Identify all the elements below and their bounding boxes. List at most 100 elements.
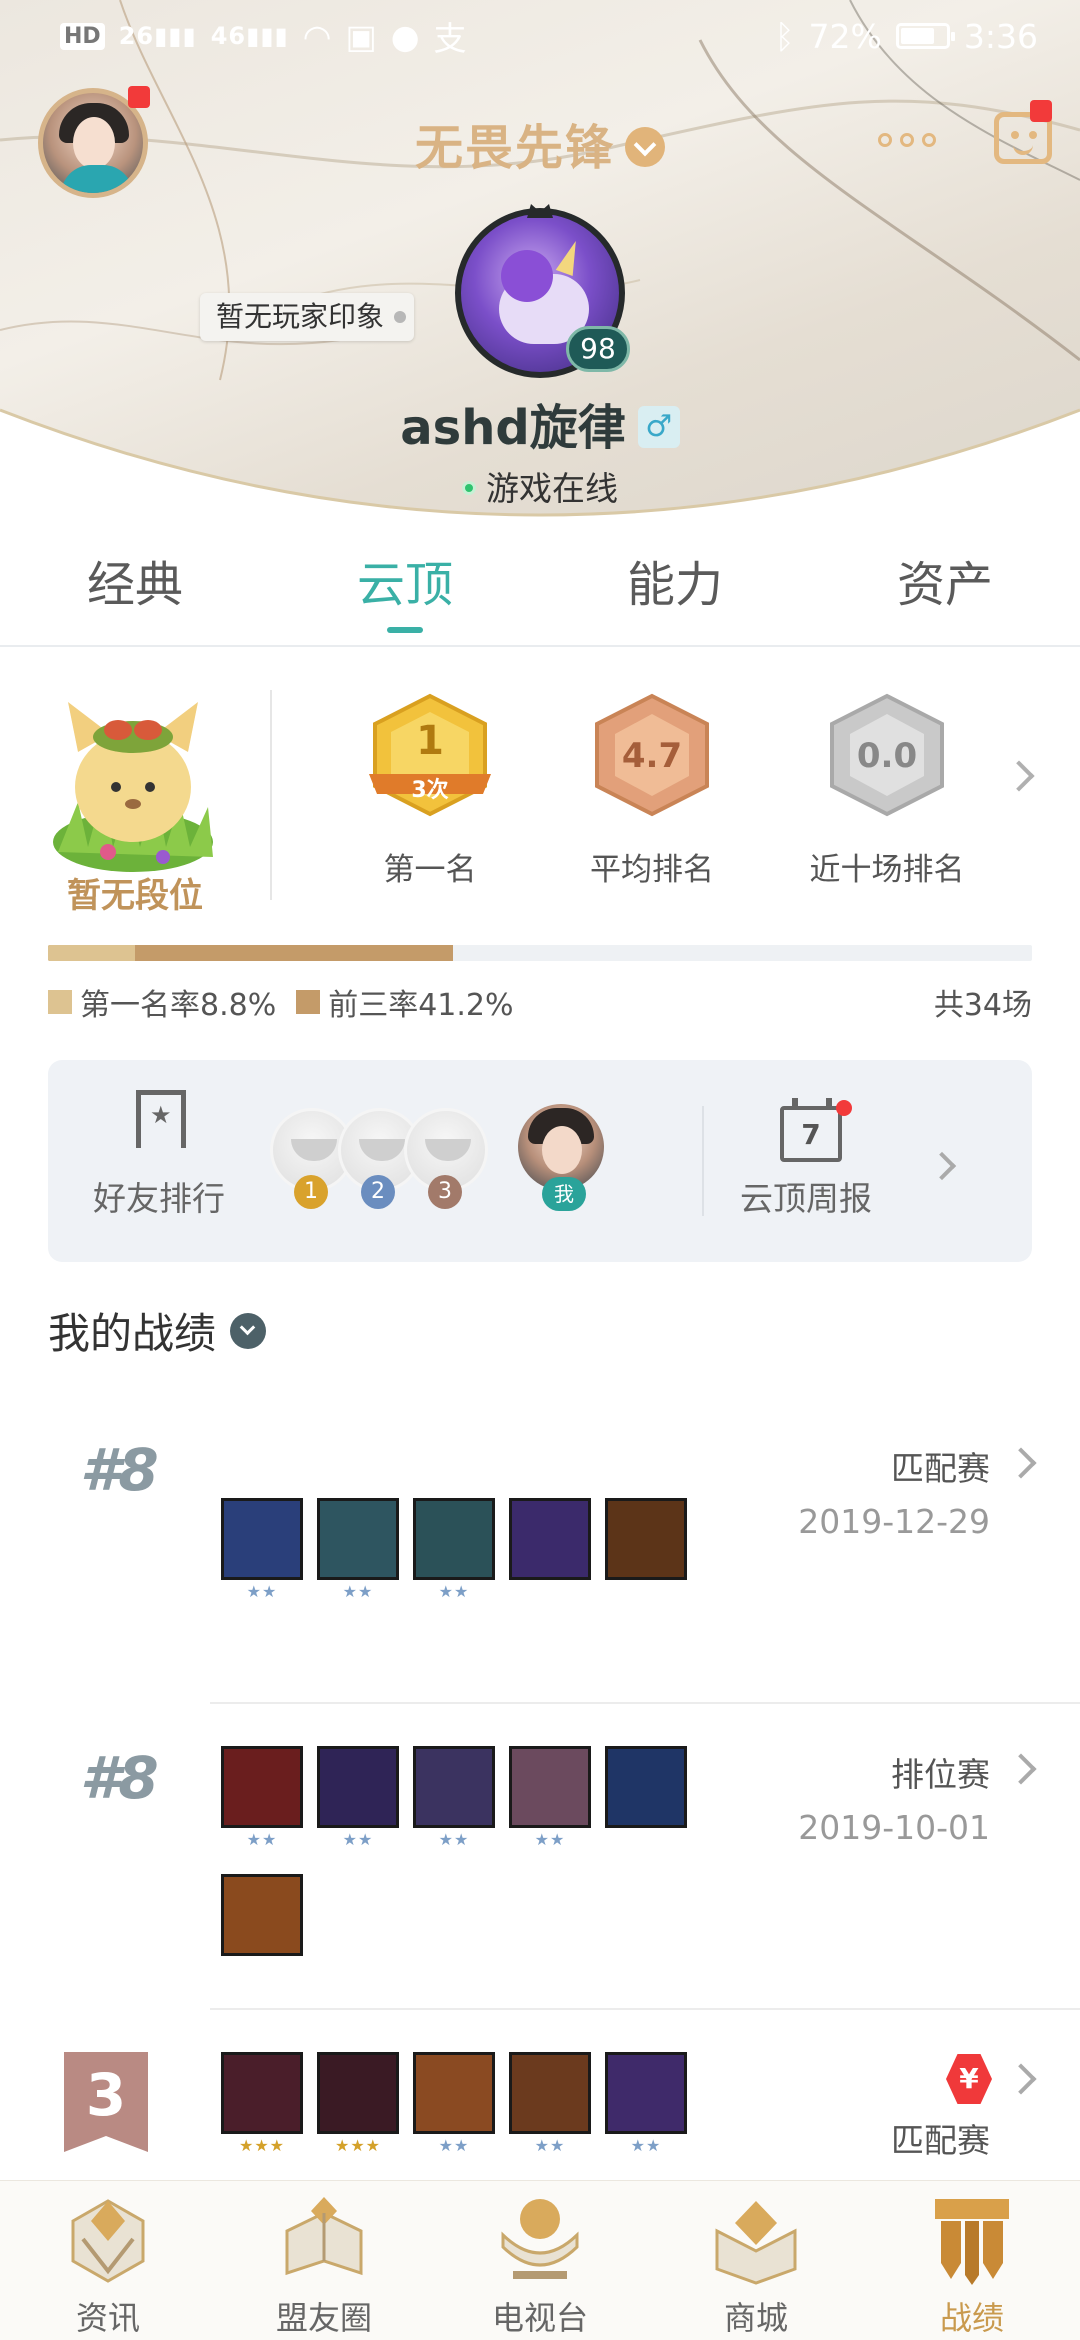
nav-label: 盟友圈 [275, 2299, 372, 2337]
currency-icon: ¥ [946, 2054, 992, 2104]
chat-notification-dot [1030, 100, 1052, 122]
status-bar: HD 26▮▮▮ 46▮▮▮ ◠ ▣ ● 支 ᛒ 72% 3:36 [0, 0, 1080, 72]
champion-icon [317, 2052, 399, 2134]
shop-icon [715, 2201, 797, 2285]
champion-stars: ★★ [534, 1830, 566, 1849]
first-rate-fill [48, 945, 135, 961]
me-badge: 我 [542, 1177, 586, 1211]
nav-records[interactable]: 战绩 [864, 2181, 1080, 2340]
chevron-right-icon[interactable] [1003, 760, 1035, 792]
chevron-down-icon[interactable] [230, 1312, 267, 1349]
stat-label-average: 平均排名 [590, 852, 714, 888]
nav-news[interactable]: 资讯 [0, 2181, 216, 2340]
tab-ability[interactable]: 能力 [540, 540, 810, 645]
champion-icon [221, 1498, 303, 1580]
hd-indicator: HD [60, 22, 105, 50]
champion-icon [605, 1498, 687, 1580]
rank-badge-2: 2 [361, 1175, 395, 1209]
legend-swatch-first [48, 990, 72, 1014]
battery-icon [895, 23, 955, 49]
weekly-notification-dot [836, 1100, 852, 1116]
match-row[interactable]: #8 匹配赛 2019-12-29 ★★ ★★ ★★ [0, 1400, 1080, 1700]
stat-recent-ten[interactable]: 0.0 近十场排名 [787, 690, 987, 889]
records-title: 我的战绩 [48, 1309, 217, 1358]
champion-stars: ★★ [438, 1582, 470, 1601]
champion-icon [221, 2052, 303, 2134]
game-title-text: 无畏先锋 [414, 120, 615, 176]
first-place-count: 1 [416, 718, 444, 764]
wifi-icon: ◠ [302, 16, 332, 56]
rank-emblem-icon[interactable] [48, 682, 218, 882]
stat-label-recent: 近十场排名 [809, 852, 965, 888]
chevron-down-icon[interactable] [625, 127, 665, 167]
recent-ten-value: 0.0 [856, 736, 918, 776]
first-rate-text: 第一名率8.8% [80, 988, 277, 1023]
champion-stars: ★★ [246, 1582, 278, 1601]
signal-icon: 26▮▮▮ [118, 22, 197, 50]
match-mode: 匹配赛 [891, 2121, 990, 2160]
chevron-right-icon[interactable] [1005, 2063, 1037, 2095]
chevron-right-icon[interactable] [1005, 1447, 1037, 1479]
clock: 3:36 [963, 16, 1038, 56]
champion-stars: ★★ [438, 2136, 470, 2155]
no-rank-label: 暂无段位 [67, 876, 203, 916]
app-notification-icon: ▣ [345, 16, 377, 56]
champion-icon [605, 1746, 687, 1828]
gold-medal-icon: 1 3次 [355, 690, 505, 820]
placement-progress-bar [48, 945, 1032, 961]
match-mode: 匹配赛 [891, 1449, 990, 1488]
card-divider [702, 1106, 704, 1216]
champion-icon [317, 1498, 399, 1580]
placement-rank: #8 [80, 1744, 159, 1812]
placement-flag: 3 [64, 2052, 148, 2152]
my-records-header[interactable]: 我的战绩 [48, 1300, 267, 1361]
records-icon [935, 2199, 1009, 2285]
tab-tft[interactable]: 云顶 [270, 540, 540, 645]
silver-medal-icon: 0.0 [812, 690, 962, 820]
champion-stars: ★★★ [334, 2136, 382, 2155]
stat-average-rank[interactable]: 4.7 平均排名 [552, 690, 752, 889]
legend-top3-rate: 前三率41.2% [296, 980, 514, 1024]
tab-classic[interactable]: 经典 [0, 540, 270, 645]
news-icon [71, 2199, 145, 2283]
player-impression-tag[interactable]: 暂无玩家印象 [200, 293, 415, 341]
stat-first-place[interactable]: 1 3次 第一名 [330, 690, 530, 889]
friends-circle-icon [285, 2197, 363, 2276]
nav-friends-circle[interactable]: 盟友圈 [216, 2181, 432, 2340]
bluetooth-icon: ᛒ [774, 16, 795, 56]
player-name: ashd旋律 ♂ [0, 388, 1080, 458]
nav-label: 资讯 [75, 2299, 140, 2337]
friend-rank-label: 好友排行 [93, 1179, 225, 1218]
match-date: 2019-12-29 [798, 1502, 990, 1541]
online-status-text: 游戏在线 [486, 469, 618, 508]
online-status: 游戏在线 [0, 462, 1080, 510]
chevron-right-icon[interactable] [927, 1151, 957, 1181]
friend-ranking-card[interactable]: 好友排行 1 2 3 我 7 云顶周报 [48, 1060, 1032, 1262]
rate-legend: 第一名率8.8% 前三率41.2% 共34场 [48, 980, 1032, 1024]
nav-tv[interactable]: 电视台 [432, 2181, 648, 2340]
chevron-right-icon[interactable] [1005, 1753, 1037, 1785]
total-games: 共34场 [933, 988, 1032, 1023]
match-row[interactable]: 3 ¥ 匹配赛 ★★★ ★★★ ★★ ★★ ★★ [0, 2012, 1080, 2180]
rank-badge-1: 1 [294, 1175, 328, 1209]
champion-stars: ★★ [246, 1830, 278, 1849]
tab-assets[interactable]: 资产 [810, 540, 1080, 645]
legend-swatch-top3 [296, 990, 321, 1014]
champion-stars: ★★★ [238, 2136, 286, 2155]
alipay-icon: 支 [433, 19, 467, 58]
weekly-report-label: 云顶周报 [740, 1179, 872, 1218]
match-mode: 排位赛 [891, 1755, 990, 1794]
match-row[interactable]: #8 排位赛 2019-10-01 ★★ ★★ ★★ ★★ [0, 1706, 1080, 2006]
player-name-text: ashd旋律 [400, 400, 626, 456]
tv-icon [501, 2199, 579, 2279]
champion-icon [509, 2052, 591, 2134]
avatar-notification-dot [128, 86, 150, 108]
match-date: 2019-10-01 [798, 1808, 990, 1847]
nav-shop[interactable]: 商城 [648, 2181, 864, 2340]
more-icon[interactable] [878, 130, 938, 150]
tabs-divider [0, 645, 1080, 647]
average-rank-value: 4.7 [621, 736, 683, 776]
nav-label: 战绩 [939, 2299, 1004, 2337]
stat-label-first: 第一名 [383, 852, 477, 888]
champion-icon [509, 1746, 591, 1828]
